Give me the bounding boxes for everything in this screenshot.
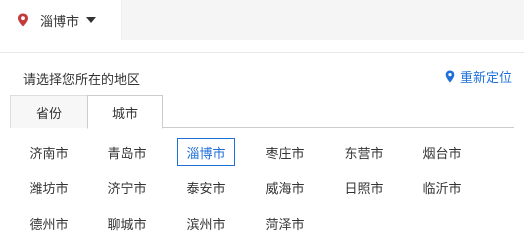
map-pin-icon: [445, 70, 455, 83]
city-option[interactable]: 德州市: [20, 209, 78, 237]
city-option[interactable]: 聊城市: [98, 209, 156, 237]
city-selector-button[interactable]: 淄博市: [0, 0, 122, 40]
relocate-button[interactable]: 重新定位: [445, 67, 512, 86]
city-option[interactable]: 威海市: [256, 173, 314, 201]
city-option[interactable]: 日照市: [335, 173, 393, 201]
region-tabs: 省份 城市: [10, 95, 514, 129]
caret-down-icon: [86, 17, 97, 23]
tab-province[interactable]: 省份: [10, 95, 88, 128]
city-option[interactable]: 临沂市: [413, 173, 471, 201]
city-option[interactable]: 泰安市: [177, 173, 235, 201]
relocate-label: 重新定位: [459, 71, 512, 86]
current-city-label: 淄博市: [40, 14, 80, 30]
region-picker-panel: 请选择您所在的地区 重新定位 省份 城市 济南市 青岛市 淄博市 枣庄市 东营市 烟台市潍…: [0, 52, 524, 250]
city-option[interactable]: 东营市: [335, 138, 393, 166]
city-option[interactable]: 青岛市: [98, 138, 156, 166]
city-option[interactable]: 济宁市: [98, 173, 156, 201]
city-option[interactable]: 烟台市: [413, 138, 471, 166]
city-option[interactable]: 菏泽市: [256, 209, 314, 237]
city-option[interactable]: 淄博市: [177, 138, 235, 166]
city-option[interactable]: 潍坊市: [20, 173, 78, 201]
tab-city[interactable]: 城市: [87, 95, 163, 129]
top-bar: 淄博市: [0, 0, 524, 40]
city-option[interactable]: 枣庄市: [256, 138, 314, 166]
map-pin-icon: [18, 13, 28, 27]
region-prompt: 请选择您所在的地区: [23, 73, 141, 88]
city-option[interactable]: 济南市: [20, 138, 78, 166]
city-option[interactable]: 滨州市: [177, 209, 235, 237]
